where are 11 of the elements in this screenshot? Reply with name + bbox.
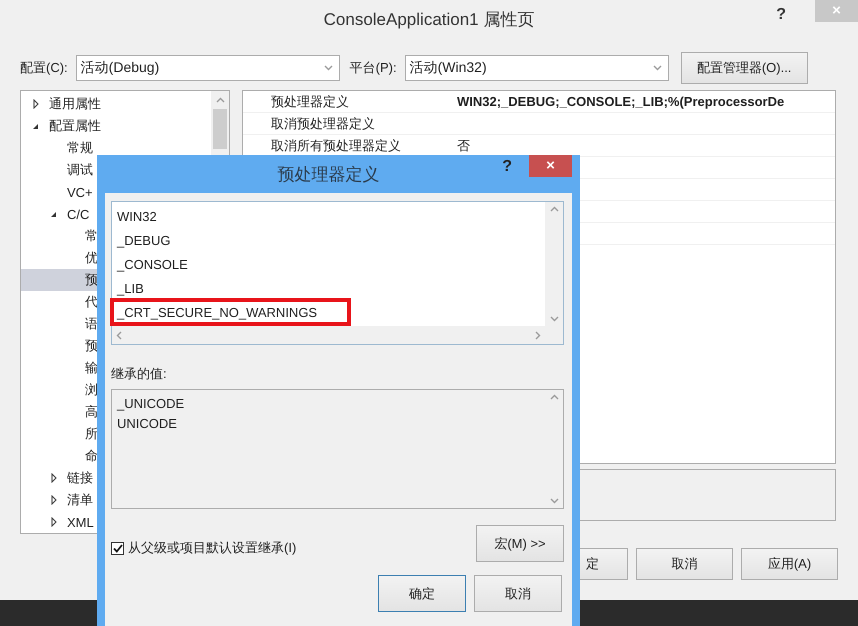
inherited-value: UNICODE (117, 415, 178, 433)
definition-line: _CONSOLE (116, 256, 189, 274)
config-label: 配置(C): (20, 59, 68, 77)
inherited-label: 继承的值: (111, 365, 168, 383)
definition-line: _LIB (116, 280, 145, 298)
definition-line: _DEBUG (116, 232, 172, 250)
definition-line: WIN32 (116, 208, 158, 226)
inherited-value: _UNICODE (117, 395, 186, 413)
window-title: ConsoleApplication1 属性页 (324, 8, 534, 30)
dialog-title: 预处理器定义 (278, 164, 380, 186)
platform-label: 平台(P): (350, 59, 397, 77)
